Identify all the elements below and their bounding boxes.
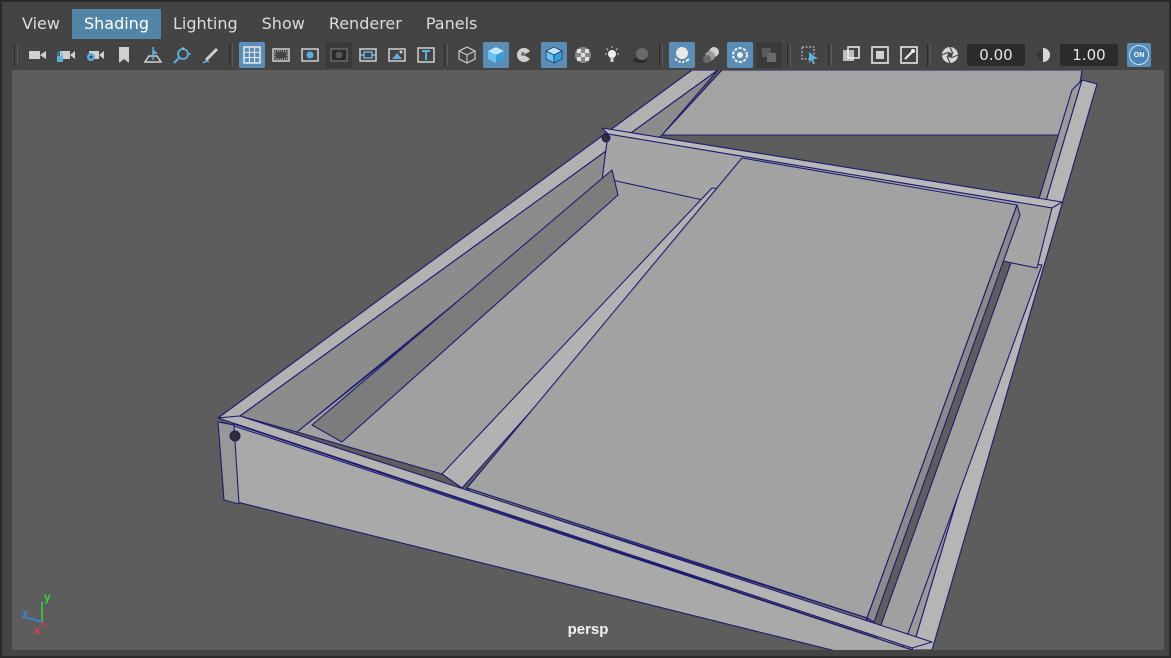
shaded-cube-icon — [487, 47, 504, 63]
toolbar-separator — [14, 44, 18, 66]
depth-of-field-button[interactable] — [755, 42, 782, 68]
smooth-shade-button[interactable] — [482, 42, 509, 68]
tray-model — [217, 70, 1098, 650]
motion-blur-button[interactable] — [698, 42, 724, 68]
exposure-field[interactable]: 0.00 — [967, 44, 1025, 66]
shadows-button[interactable] — [628, 42, 654, 68]
toolbar-separator — [444, 44, 448, 66]
anti-aliasing-icon — [731, 47, 748, 63]
multisample-aa-button[interactable] — [726, 42, 753, 68]
persp-viewport[interactable]: y z x persp — [12, 70, 1164, 650]
screw-hole-back — [601, 133, 611, 143]
field-chart-icon — [358, 48, 377, 62]
bookmark-icon — [118, 47, 129, 63]
view-transform-toggle[interactable]: ON — [1127, 43, 1151, 67]
toolbar-separator — [659, 44, 663, 66]
gate-mask-icon — [329, 48, 348, 62]
camera-attributes-icon — [86, 51, 104, 61]
xray-button[interactable] — [838, 42, 864, 68]
safe-action-button[interactable] — [384, 42, 410, 68]
on-badge: ON — [1129, 45, 1149, 65]
camera-attributes-button[interactable] — [82, 42, 108, 68]
menu-panels[interactable]: Panels — [414, 9, 490, 39]
lock-camera-button[interactable] — [53, 42, 79, 68]
menu-shading[interactable]: Shading — [71, 9, 161, 39]
axis-y-label: y — [44, 590, 51, 604]
ambient-occlusion-icon — [673, 47, 690, 64]
light-bulb-icon — [604, 46, 619, 62]
gamma-toggle-button[interactable] — [1030, 42, 1056, 68]
wireframe-button[interactable] — [454, 42, 480, 68]
toolbar-separator — [927, 44, 931, 66]
menu-show[interactable]: Show — [250, 9, 317, 39]
safe-title-button[interactable] — [413, 42, 439, 68]
bookmarks-button[interactable] — [111, 42, 137, 68]
field-chart-button[interactable] — [355, 42, 381, 68]
camera-icon — [28, 51, 46, 59]
image-plane-icon — [143, 47, 162, 63]
panel-toolbar: 0.00 1.00 ON — [10, 40, 1163, 70]
isolate-select-icon — [801, 46, 818, 64]
model-panel: View Shading Lighting Show Renderer Pane… — [0, 0, 1171, 658]
xray-active-components-button[interactable] — [867, 42, 893, 68]
gate-mask-button[interactable] — [325, 42, 352, 68]
aperture-icon — [941, 46, 958, 64]
screw-hole-front — [229, 430, 241, 442]
pan-zoom-icon — [172, 47, 191, 64]
gamma-icon — [1035, 48, 1050, 62]
toolbar-separator — [787, 44, 791, 66]
shadow-sphere-icon — [632, 48, 648, 63]
menu-lighting[interactable]: Lighting — [161, 9, 250, 39]
xray-joints-button[interactable] — [896, 42, 922, 68]
menu-view[interactable]: View — [10, 9, 72, 39]
film-gate-button[interactable] — [268, 42, 294, 68]
xray-joints-icon — [899, 46, 918, 64]
menu-renderer[interactable]: Renderer — [317, 9, 414, 39]
two-d-pan-zoom-button[interactable] — [169, 42, 195, 68]
panel-menu-bar: View Shading Lighting Show Renderer Pane… — [10, 9, 1161, 39]
default-material-button[interactable] — [512, 42, 538, 68]
xray-icon — [842, 46, 860, 61]
gamma-field[interactable]: 1.00 — [1060, 44, 1118, 66]
camera-name-label: persp — [567, 621, 609, 638]
pencil-icon — [202, 47, 218, 64]
toolbar-separator — [828, 44, 832, 66]
film-gate-icon — [271, 48, 290, 62]
screen-space-ao-button[interactable] — [668, 42, 695, 68]
safe-title-icon — [416, 47, 435, 63]
camera-lock-icon — [56, 51, 75, 62]
checker-texture-icon — [574, 47, 591, 63]
wireframe-cube-icon — [457, 46, 476, 64]
axis-z-label: z — [22, 607, 28, 621]
depth-of-field-icon — [761, 48, 776, 62]
isolate-select-button[interactable] — [797, 42, 823, 68]
use-all-lights-button[interactable] — [599, 42, 625, 68]
select-camera-button[interactable] — [24, 42, 50, 68]
grid-icon — [242, 46, 261, 64]
tray-floor-back — [661, 70, 1083, 136]
resolution-gate-button[interactable] — [297, 42, 323, 68]
exposure-toggle-button[interactable] — [937, 42, 963, 68]
wireframe-on-shaded-button[interactable] — [540, 42, 567, 68]
default-material-icon — [516, 48, 532, 62]
resolution-gate-icon — [300, 48, 319, 62]
toolbar-separator — [229, 44, 233, 66]
wireframe-on-shaded-icon — [544, 46, 563, 64]
xray-components-icon — [870, 46, 889, 64]
image-plane-button[interactable] — [140, 42, 166, 68]
grease-pencil-button[interactable] — [198, 42, 224, 68]
safe-action-icon — [387, 48, 406, 62]
textured-button[interactable] — [570, 42, 596, 68]
grid-button[interactable] — [238, 42, 265, 68]
motion-blur-icon — [702, 47, 719, 63]
